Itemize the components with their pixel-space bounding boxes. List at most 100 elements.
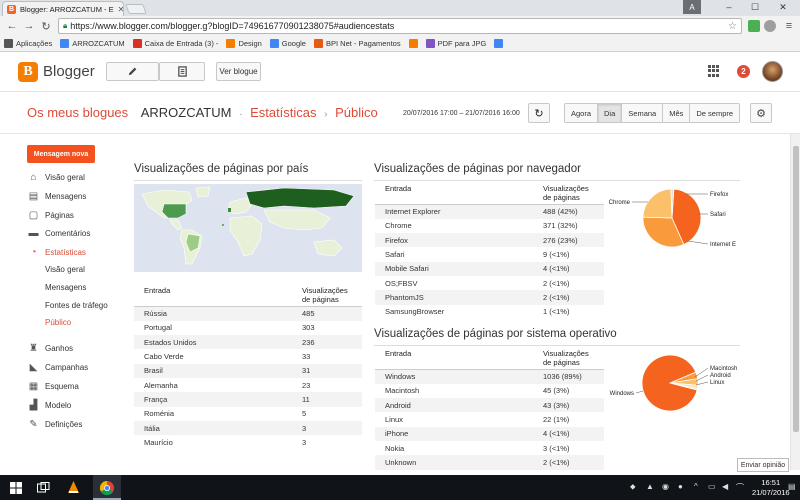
pie-slice[interactable] <box>642 188 673 219</box>
tray-avast-icon[interactable]: ● <box>678 482 683 491</box>
tray-dropbox-icon[interactable]: ⬥ <box>630 482 636 492</box>
sidebar-item[interactable]: ▢ Páginas <box>28 210 74 221</box>
scrollbar[interactable] <box>790 134 800 470</box>
table-row[interactable]: Roménia 5 <box>134 407 362 421</box>
breadcrumb-my-blogs[interactable]: Os meus blogues <box>27 105 128 120</box>
tray-chevron-icon[interactable]: ^ <box>694 482 698 491</box>
sidebar-subitem[interactable]: Fontes de tráfego <box>45 301 108 310</box>
browsers-pie-chart[interactable]: Chrome Firefox Safari Internet E <box>606 182 746 256</box>
range-option[interactable]: Dia <box>598 104 623 122</box>
os-pie-chart[interactable]: Windows MacintoshAndroidLinux <box>606 348 746 420</box>
back-icon[interactable]: ← <box>5 19 19 33</box>
tray-network-icon[interactable]: ⌒ <box>736 482 744 493</box>
bookmark-item[interactable] <box>494 39 504 48</box>
table-row[interactable]: Maurício 3 <box>134 435 362 449</box>
tray-battery-icon[interactable]: ▭ <box>708 482 716 491</box>
chrome-icon[interactable] <box>99 480 114 495</box>
table-row[interactable]: Macintosh 45 (3%) <box>375 384 604 398</box>
bookmark-item[interactable]: Caixa de Entrada (3) - <box>132 39 218 48</box>
sidebar-subitem[interactable]: Mensagens <box>45 283 86 292</box>
sidebar-item[interactable]: ▬ Comentários <box>28 228 91 239</box>
windows-start-icon[interactable] <box>8 480 23 495</box>
table-row[interactable]: Nokia 3 (<1%) <box>375 441 604 455</box>
maximize-icon[interactable]: ☐ <box>744 0 766 14</box>
table-row[interactable]: PhantomJS 2 (<1%) <box>375 290 604 305</box>
scrollbar-thumb[interactable] <box>793 146 799 432</box>
refresh-button[interactable]: ↻ <box>528 103 550 123</box>
table-row[interactable]: França 11 <box>134 392 362 407</box>
settings-button[interactable]: ⚙ <box>750 103 772 123</box>
table-row[interactable]: Brasil 31 <box>134 363 362 378</box>
table-row[interactable]: Cabo Verde 33 <box>134 349 362 363</box>
table-row[interactable]: Internet Explorer 488 (42%) <box>375 204 604 219</box>
reload-icon[interactable]: ↻ <box>39 19 53 33</box>
sidebar-subitem[interactable]: Público <box>45 318 71 327</box>
table-row[interactable]: Unknown 2 (<1%) <box>375 455 604 470</box>
breadcrumb-blog[interactable]: ARROZCATUM <box>141 105 232 120</box>
sidebar-item[interactable]: ◔ Estatísticas <box>28 247 85 258</box>
blogger-logo-icon[interactable]: B <box>18 62 38 82</box>
table-row[interactable]: Android 43 (3%) <box>375 398 604 413</box>
extension-icon[interactable] <box>764 20 776 32</box>
avatar[interactable] <box>762 61 783 82</box>
task-view-icon[interactable] <box>36 480 51 495</box>
table-row[interactable]: Linux 22 (1%) <box>375 412 604 426</box>
range-option[interactable]: Mês <box>663 104 691 122</box>
notification-badge[interactable]: 2 <box>737 65 750 78</box>
bookmark-item[interactable]: PDF para JPG <box>425 39 486 48</box>
tray-drive-icon[interactable]: ▲ <box>646 482 654 491</box>
view-posts-button[interactable] <box>159 62 205 81</box>
view-blog-button[interactable]: Ver blogue <box>216 62 261 81</box>
forward-icon[interactable]: → <box>22 19 36 33</box>
table-row[interactable]: OS;FBSV 2 (<1%) <box>375 276 604 290</box>
tray-volume-icon[interactable]: ◀ <box>722 482 728 491</box>
new-tab-button[interactable] <box>125 4 147 14</box>
menu-icon[interactable]: ≡ <box>782 19 796 33</box>
extension-icon[interactable] <box>748 20 760 32</box>
table-row[interactable]: iPhone 4 (<1%) <box>375 426 604 441</box>
tray-sync-icon[interactable]: ◉ <box>662 482 669 491</box>
url-text[interactable]: https://www.blogger.com/blogger.g?blogID… <box>70 21 394 31</box>
table-row[interactable]: Itália 3 <box>134 420 362 436</box>
table-row[interactable]: Rússia 485 <box>134 306 362 321</box>
bookmark-item[interactable]: BPI Net - Pagamentos <box>313 39 401 48</box>
breadcrumb-stats[interactable]: Estatísticas <box>250 105 316 120</box>
bookmark-item[interactable]: Google <box>269 39 306 48</box>
sidebar-item[interactable]: ▤ Mensagens <box>28 191 87 202</box>
vlc-icon[interactable] <box>66 480 81 495</box>
address-bar[interactable]: 🔒︎ https://www.blogger.com/blogger.g?blo… <box>58 18 742 34</box>
range-option[interactable]: Agora <box>565 104 599 122</box>
sidebar-item[interactable]: ⌂ Visão geral <box>28 172 84 183</box>
profile-badge[interactable]: A <box>683 0 701 14</box>
table-row[interactable]: Safari 9 (<1%) <box>375 247 604 261</box>
bookmark-star-icon[interactable]: ☆ <box>728 21 737 32</box>
bookmark-item[interactable]: Design <box>226 39 262 48</box>
close-window-icon[interactable]: ✕ <box>772 0 794 14</box>
bookmark-item[interactable]: Aplicações <box>4 39 52 48</box>
taskbar-clock[interactable]: 16:51 21/07/2016 <box>752 478 790 498</box>
world-map[interactable] <box>134 184 362 272</box>
new-post-pencil-button[interactable] <box>106 62 159 81</box>
feedback-button[interactable]: Enviar opinião <box>737 458 789 472</box>
table-row[interactable]: Chrome 371 (32%) <box>375 219 604 233</box>
sidebar-item[interactable]: ▟ Modelo <box>28 400 72 411</box>
apps-grid-icon[interactable] <box>708 65 720 77</box>
table-row[interactable]: Firefox 276 (23%) <box>375 233 604 248</box>
tray-notifications-icon[interactable]: ▤ <box>788 482 796 491</box>
new-post-button[interactable]: Mensagem nova <box>27 145 95 163</box>
table-row[interactable]: Alemanha 23 <box>134 378 362 392</box>
table-row[interactable]: Mobile Safari 4 (<1%) <box>375 261 604 276</box>
brand-name[interactable]: Blogger <box>43 63 95 80</box>
bookmark-item[interactable]: ARROZCATUM <box>60 39 125 48</box>
sidebar-item[interactable]: ♜ Ganhos <box>28 343 73 354</box>
sidebar-item[interactable]: ✎ Definições <box>28 419 82 430</box>
sidebar-subitem[interactable]: Visão geral <box>45 265 85 274</box>
table-row[interactable]: Windows 1036 (89%) <box>375 369 604 384</box>
table-row[interactable]: Portugal 303 <box>134 321 362 335</box>
close-tab-icon[interactable]: ✕ <box>118 5 123 14</box>
sidebar-item[interactable]: ▦ Esquema <box>28 381 79 392</box>
range-option[interactable]: Semana <box>622 104 664 122</box>
table-row[interactable]: Estados Unidos 236 <box>134 335 362 350</box>
sidebar-item[interactable]: ◣ Campanhas <box>28 362 89 373</box>
browser-tab[interactable]: B Blogger: ARROZCATUM - E ✕ <box>2 1 124 16</box>
